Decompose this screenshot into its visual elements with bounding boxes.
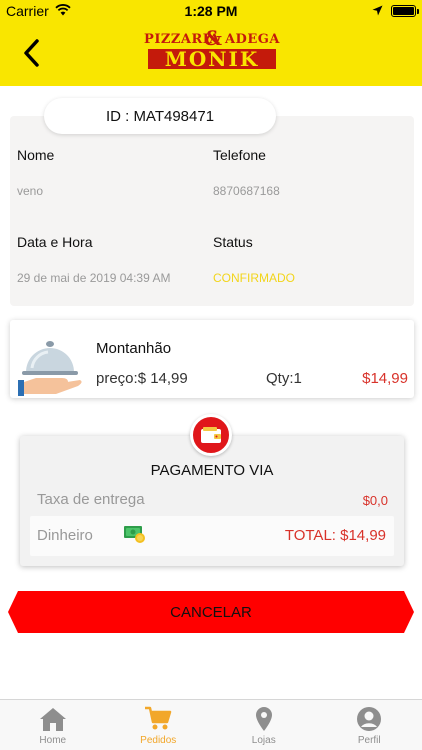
battery-icon <box>391 5 419 17</box>
datetime-label: Data e Hora <box>17 234 93 250</box>
payment-title: PAGAMENTO VIA <box>150 462 274 479</box>
logo-main-text: MONIK <box>148 49 276 69</box>
cancel-order-button[interactable]: CANCELAR <box>8 591 414 633</box>
tab-pedidos[interactable]: Pedidos <box>106 700 212 750</box>
status-right <box>372 3 419 19</box>
payment-method-label: Dinheiro <box>37 527 93 544</box>
wallet-icon <box>190 414 232 456</box>
phone-value: 8870687168 <box>213 184 280 198</box>
profile-icon <box>357 707 382 731</box>
cash-icon <box>124 526 145 543</box>
cart-icon <box>145 706 172 730</box>
tab-perfil-label: Perfil <box>357 735 381 746</box>
order-info-card: Nome veno Telefone 8870687168 Data e Hor… <box>10 116 414 306</box>
status-label: Status <box>213 234 253 250</box>
order-id-pill: ID : MAT498471 <box>44 98 276 134</box>
tab-lojas[interactable]: Lojas <box>211 700 317 750</box>
serving-cloche-icon <box>18 341 82 396</box>
brand-logo: PIZZARIA ADEGA & MONIK <box>128 26 296 78</box>
status-bar: Carrier 1:28 PM <box>0 0 422 22</box>
payment-total: TOTAL: $14,99 <box>284 527 386 544</box>
home-icon <box>39 708 66 731</box>
payment-method-row: Dinheiro TOTAL: $14,99 <box>30 516 394 556</box>
bottom-tab-bar: Home Pedidos Lojas Perfil <box>0 699 422 750</box>
tab-lojas-label: Lojas <box>251 735 276 746</box>
item-name: Montanhão <box>96 340 172 357</box>
tab-pedidos-label: Pedidos <box>140 735 177 746</box>
location-pin-icon <box>255 707 272 731</box>
tab-home-label: Home <box>39 735 67 746</box>
order-item-card[interactable]: Montanhão preço:$ 14,99 Qty:1 $14,99 <box>10 320 414 398</box>
delivery-fee-label: Taxa de entrega <box>37 491 145 508</box>
datetime-value: 29 de mai de 2019 04:39 AM <box>17 271 171 285</box>
chevron-left-icon <box>24 39 39 67</box>
tab-perfil[interactable]: Perfil <box>317 700 422 750</box>
item-quantity: Qty:1 <box>266 370 302 387</box>
location-arrow-icon <box>372 3 383 19</box>
delivery-fee-row: Taxa de entrega $0,0 <box>30 490 394 512</box>
name-label: Nome <box>17 147 55 163</box>
phone-label: Telefone <box>213 147 266 163</box>
back-button[interactable] <box>14 36 48 70</box>
item-unit-price: preço:$ 14,99 <box>96 370 188 387</box>
item-total: $14,99 <box>362 370 408 387</box>
name-value: veno <box>17 184 44 198</box>
nav-bar: PIZZARIA ADEGA & MONIK <box>0 22 422 86</box>
delivery-fee-value: $0,0 <box>362 493 388 508</box>
status-value: CONFIRMADO <box>213 271 295 285</box>
clock: 1:28 PM <box>184 3 238 19</box>
tab-home[interactable]: Home <box>0 700 106 750</box>
